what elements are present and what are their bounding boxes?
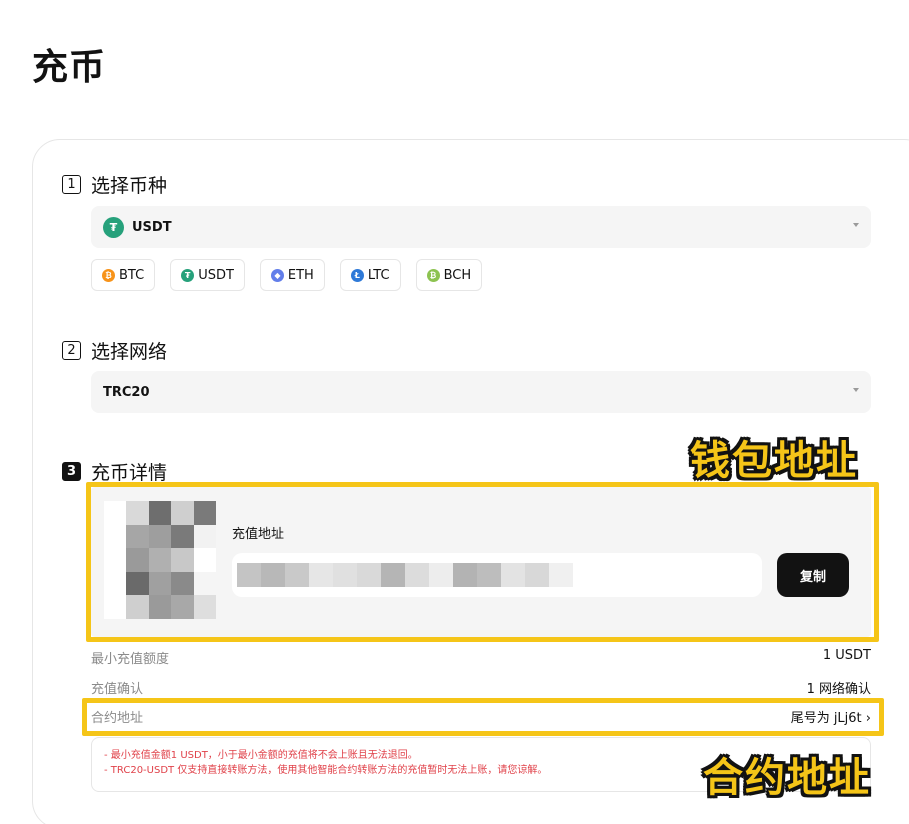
quick-coin-btc[interactable]: ₿ BTC bbox=[91, 259, 156, 291]
caret-down-icon bbox=[853, 223, 859, 227]
address-label: 充值地址 bbox=[232, 527, 285, 542]
qr-code bbox=[104, 501, 216, 619]
step-label: 充币详情 bbox=[91, 462, 168, 484]
step-select-coin: 1 选择币种 bbox=[62, 171, 167, 198]
info-key: 最小充值额度 bbox=[91, 652, 170, 667]
info-row-confirmations: 充值确认 1 网络确认 bbox=[91, 678, 871, 697]
copy-button[interactable]: 复制 bbox=[777, 553, 849, 597]
info-row-contract-address[interactable]: 合约地址 尾号为 jLj6t › bbox=[91, 707, 871, 726]
step-select-network: 2 选择网络 bbox=[62, 337, 167, 364]
quick-coin-eth[interactable]: ◆ ETH bbox=[259, 259, 325, 291]
network-select[interactable]: TRC20 bbox=[91, 371, 871, 413]
step-number: 3 bbox=[62, 462, 81, 481]
redacted-address bbox=[237, 563, 573, 587]
info-value: 1 网络确认 bbox=[806, 682, 871, 697]
eth-icon: ◆ bbox=[270, 268, 284, 282]
wallet-address-field[interactable] bbox=[232, 553, 762, 597]
quick-coin-usdt[interactable]: ₮ USDT bbox=[170, 259, 245, 291]
ltc-icon: Ł bbox=[350, 268, 364, 282]
quick-coin-label: BTC bbox=[119, 267, 145, 283]
bch-icon: ₿ bbox=[426, 268, 440, 282]
quick-coin-ltc[interactable]: Ł LTC bbox=[339, 259, 401, 291]
step-deposit-details: 3 充币详情 bbox=[62, 458, 167, 485]
step-label: 选择币种 bbox=[91, 175, 168, 197]
usdt-icon: ₮ bbox=[181, 268, 195, 282]
quick-coin-label: LTC bbox=[367, 267, 390, 283]
network-select-value: TRC20 bbox=[103, 384, 150, 400]
caret-down-icon bbox=[853, 388, 859, 392]
info-key: 合约地址 bbox=[91, 711, 144, 726]
usdt-icon: ₮ bbox=[103, 216, 124, 238]
quick-coin-bch[interactable]: ₿ BCH bbox=[415, 259, 483, 291]
page-title: 充币 bbox=[32, 47, 107, 88]
btc-icon: ₿ bbox=[102, 268, 115, 282]
contract-address-link[interactable]: 尾号为 jLj6t › bbox=[791, 707, 871, 726]
quick-coin-label: USDT bbox=[198, 267, 234, 283]
info-row-min-deposit: 最小充值额度 1 USDT bbox=[91, 648, 871, 667]
deposit-details-box: 充值地址 复制 bbox=[91, 487, 871, 637]
step-label: 选择网络 bbox=[91, 341, 168, 363]
coin-select-value: USDT bbox=[132, 219, 172, 235]
contract-address-callout: 合约地址 bbox=[703, 755, 871, 801]
quick-coin-label: ETH bbox=[287, 267, 314, 283]
step-number: 2 bbox=[62, 341, 81, 360]
step-number: 1 bbox=[62, 175, 81, 194]
coin-select[interactable]: ₮ USDT bbox=[91, 206, 871, 248]
info-key: 充值确认 bbox=[91, 682, 144, 697]
quick-coin-list: ₿ BTC ₮ USDT ◆ ETH Ł LTC ₿ BCH bbox=[91, 259, 497, 291]
info-value: 1 USDT bbox=[822, 648, 871, 663]
wallet-address-callout: 钱包地址 bbox=[690, 438, 858, 484]
quick-coin-label: BCH bbox=[443, 267, 472, 283]
